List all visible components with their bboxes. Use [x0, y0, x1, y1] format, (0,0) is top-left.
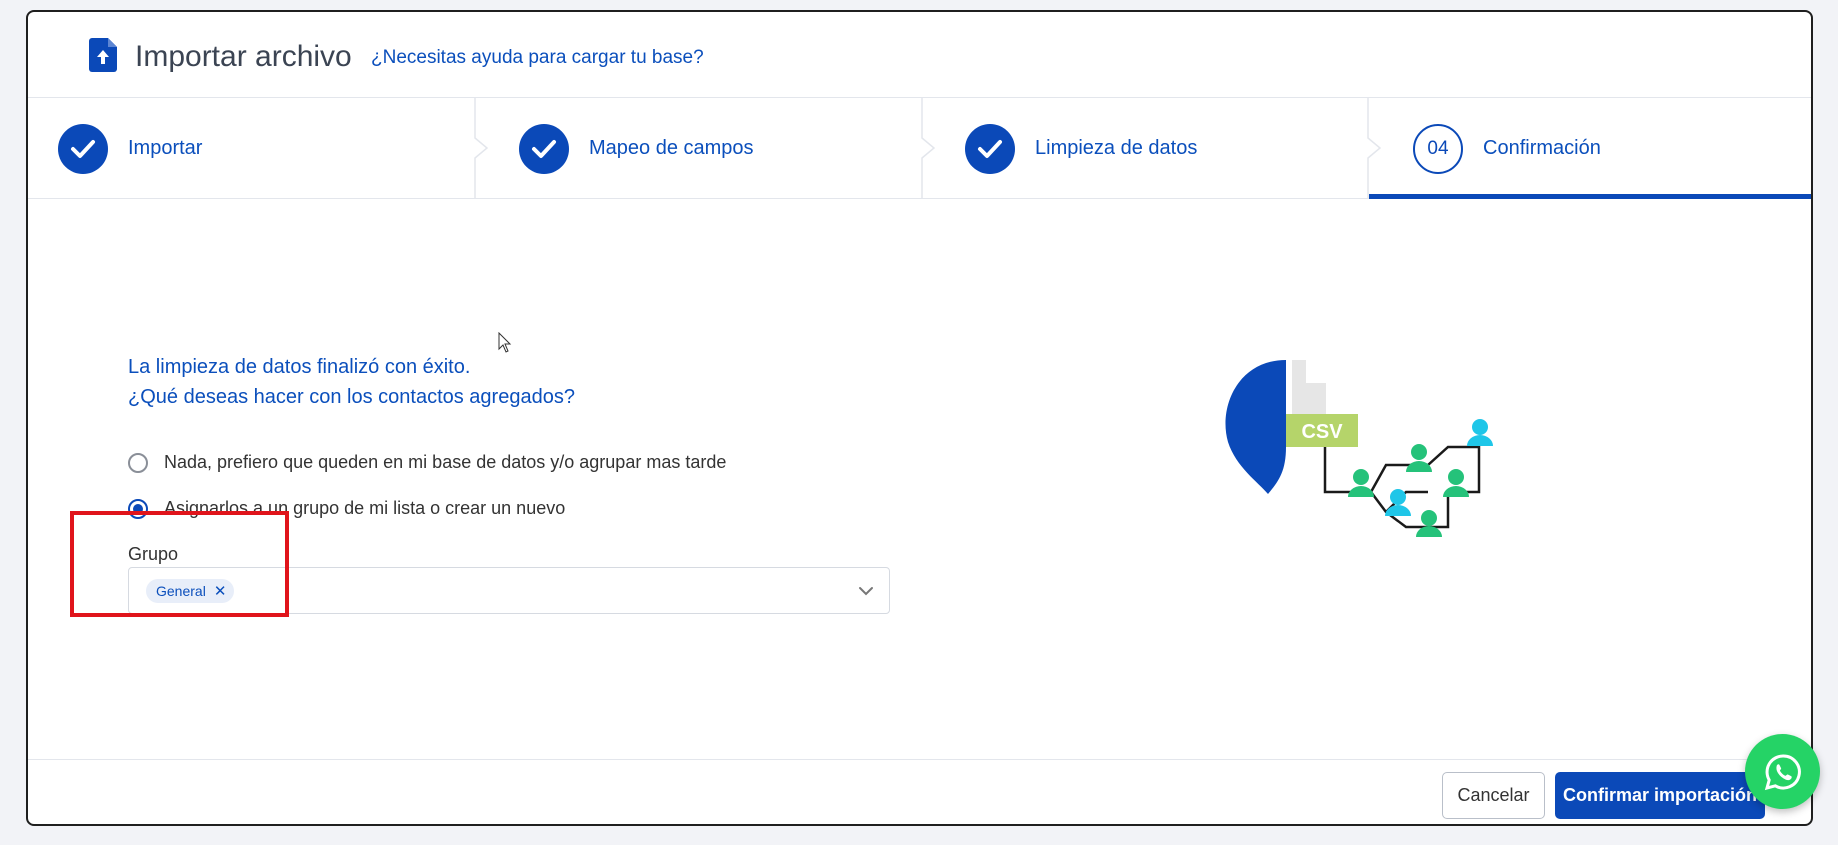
step-label: Mapeo de campos	[589, 137, 754, 159]
step-confirmacion[interactable]: 04 Confirmación	[1413, 98, 1601, 199]
help-link[interactable]: ¿Necesitas ayuda para cargar tu base?	[371, 47, 704, 69]
csv-badge-text: CSV	[1301, 421, 1343, 443]
step-separator	[474, 98, 488, 199]
whatsapp-icon	[1764, 753, 1801, 790]
import-modal: Importar archivo ¿Necesitas ayuda para c…	[26, 10, 1813, 826]
step-label: Importar	[128, 137, 203, 159]
mouse-cursor-icon	[498, 332, 512, 353]
file-upload-icon	[89, 38, 117, 72]
check-icon	[519, 123, 569, 174]
chevron-down-icon[interactable]	[857, 582, 875, 600]
step-separator	[921, 98, 935, 199]
confirm-import-button[interactable]: Confirmar importación	[1555, 772, 1765, 819]
cancel-button[interactable]: Cancelar	[1442, 772, 1545, 819]
step-importar[interactable]: Importar	[58, 98, 202, 199]
option-label: Nada, prefiero que queden en mi base de …	[164, 452, 727, 472]
modal-header: Importar archivo ¿Necesitas ayuda para c…	[28, 12, 1811, 98]
highlight-box	[70, 511, 289, 617]
step-label: Confirmación	[1483, 137, 1601, 159]
whatsapp-button[interactable]	[1745, 734, 1820, 809]
step-label: Limpieza de datos	[1035, 137, 1198, 159]
stepper: Importar Mapeo de campos Limpieza de dat…	[28, 98, 1811, 199]
option-later[interactable]: Nada, prefiero que queden en mi base de …	[128, 452, 726, 473]
check-icon	[58, 123, 108, 174]
check-icon	[965, 123, 1015, 174]
step-limpieza-de-datos[interactable]: Limpieza de datos	[965, 98, 1197, 199]
success-message: La limpieza de datos finalizó con éxito.	[128, 356, 471, 378]
page-title: Importar archivo	[135, 40, 352, 73]
modal-footer: Cancelar Confirmar importación	[28, 759, 1811, 824]
step-mapeo-de-campos[interactable]: Mapeo de campos	[519, 98, 754, 199]
question-text: ¿Qué deseas hacer con los contactos agre…	[128, 386, 575, 408]
step-number: 04	[1413, 123, 1463, 174]
csv-contacts-illustration: CSV	[1225, 360, 1493, 537]
result-message: La limpieza de datos finalizó con éxito.…	[128, 352, 575, 412]
active-step-indicator	[1369, 194, 1811, 199]
radio-button[interactable]	[128, 452, 148, 473]
step-separator	[1367, 98, 1381, 199]
